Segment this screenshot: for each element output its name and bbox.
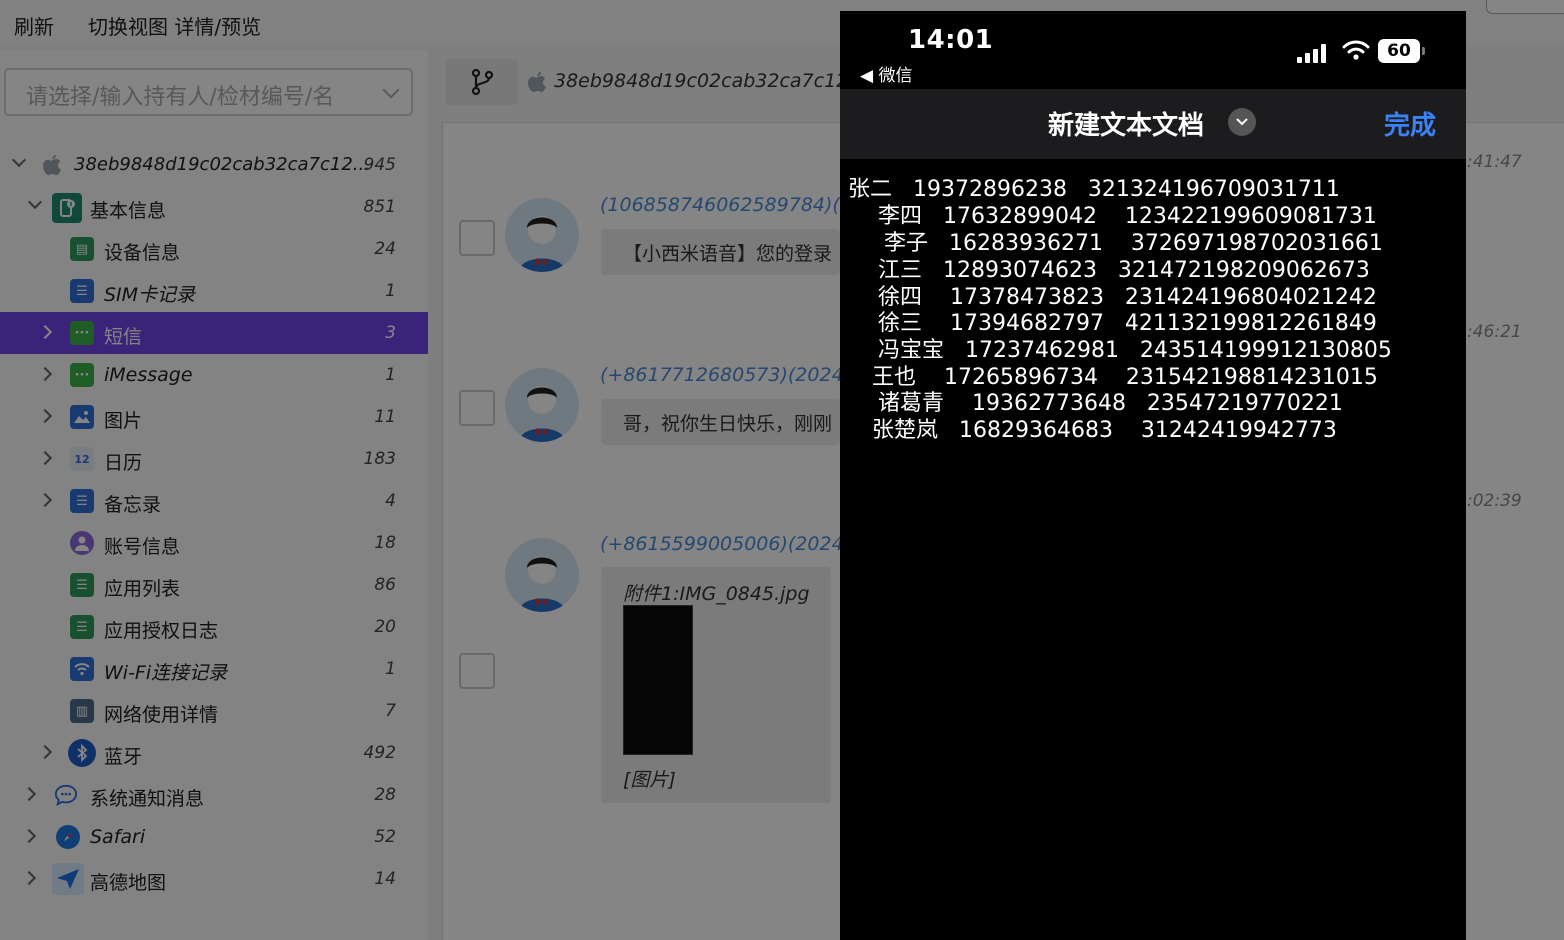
done-button[interactable]: 完成 bbox=[1384, 105, 1436, 142]
document-line: 张楚岚 16829364683 31242419942773 bbox=[872, 418, 1337, 443]
status-time: 14:01 bbox=[908, 25, 994, 55]
chevron-down-icon[interactable] bbox=[1228, 108, 1256, 136]
wifi-icon bbox=[1342, 39, 1370, 65]
signal-icon bbox=[1297, 41, 1326, 63]
phone-screenshot: 14:01 ◀ 微信 60 新建文本文档 完成 张二 19372896238 3… bbox=[840, 11, 1466, 940]
document-title[interactable]: 新建文本文档 bbox=[1048, 105, 1204, 142]
document-nav-bar: 新建文本文档 完成 bbox=[840, 89, 1466, 159]
battery-indicator: 60 bbox=[1378, 39, 1425, 63]
back-to-wechat[interactable]: ◀ 微信 bbox=[860, 61, 912, 86]
back-label: 微信 bbox=[878, 66, 913, 86]
